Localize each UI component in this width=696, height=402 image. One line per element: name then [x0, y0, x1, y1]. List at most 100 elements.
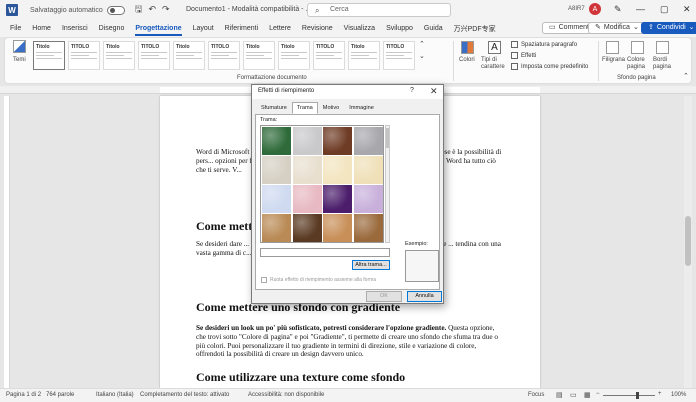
tab-file[interactable]: File: [10, 23, 21, 34]
texture-swatch[interactable]: [292, 185, 322, 213]
pencil-icon: ✎: [595, 24, 601, 31]
maximize-icon[interactable]: ▢: [660, 4, 669, 15]
zoom-slider[interactable]: [603, 395, 655, 396]
texture-swatch[interactable]: [262, 214, 291, 242]
edit-mode-button[interactable]: ✎ Modifica ⌄: [588, 22, 646, 34]
texture-swatch[interactable]: [292, 156, 322, 184]
vertical-ruler[interactable]: [4, 96, 10, 388]
style-tile-2[interactable]: TITOLO: [68, 41, 100, 70]
texture-swatch[interactable]: [262, 127, 291, 155]
texture-swatch[interactable]: [292, 214, 322, 242]
zoom-in-icon[interactable]: +: [658, 391, 662, 397]
dialog-close-icon[interactable]: ✕: [430, 86, 438, 97]
text-prediction-status[interactable]: Completamento del testo: attivato: [140, 392, 229, 398]
tab-gradient[interactable]: Sfumature: [256, 102, 292, 114]
set-default-button[interactable]: Imposta come predefinito: [511, 63, 588, 70]
collapse-ribbon-icon[interactable]: ⌃: [683, 72, 689, 80]
chevron-down-icon: ⌄: [632, 24, 639, 31]
themes-icon[interactable]: [13, 40, 26, 53]
word-count[interactable]: 764 parole: [46, 392, 74, 398]
tab-review[interactable]: Revisione: [302, 23, 333, 34]
other-texture-button[interactable]: Altra trama...: [352, 260, 390, 270]
texture-swatch[interactable]: [353, 185, 383, 213]
focus-mode-button[interactable]: Focus: [528, 392, 544, 398]
style-tile-1[interactable]: Titolo: [33, 41, 65, 70]
tab-home[interactable]: Home: [32, 23, 51, 34]
avatar[interactable]: A: [589, 3, 601, 15]
tab-developer[interactable]: Sviluppo: [386, 23, 413, 34]
texture-swatch[interactable]: [292, 127, 322, 155]
texture-swatch[interactable]: [262, 156, 291, 184]
colors-icon[interactable]: [461, 41, 474, 54]
share-label: Condividi: [656, 24, 686, 31]
print-layout-icon[interactable]: ▭: [570, 391, 577, 399]
zoom-out-icon[interactable]: −: [596, 391, 600, 397]
tab-help[interactable]: Guida: [424, 23, 443, 34]
close-icon[interactable]: ✕: [683, 4, 691, 15]
zoom-slider-thumb[interactable]: [636, 392, 639, 399]
texture-swatch[interactable]: [323, 127, 352, 155]
dialog-title-bar: Effetti di riempimento ? ✕: [252, 85, 443, 99]
style-tile-title: TITOLO: [386, 44, 405, 50]
texture-swatch[interactable]: [353, 127, 383, 155]
minimize-icon[interactable]: —: [636, 4, 645, 14]
page-borders-icon[interactable]: [656, 41, 669, 54]
fonts-icon[interactable]: A: [488, 41, 501, 54]
texture-swatch[interactable]: [262, 185, 291, 213]
tab-mailings[interactable]: Lettere: [269, 23, 291, 34]
tab-pdf-expert[interactable]: 万兴PDF专家: [454, 22, 496, 36]
language-status[interactable]: Italiano (Italia): [96, 392, 134, 398]
style-tile-5[interactable]: Titolo: [173, 41, 205, 70]
texture-swatch[interactable]: [323, 156, 352, 184]
zoom-level[interactable]: 100%: [671, 392, 686, 398]
texture-swatch[interactable]: [323, 185, 352, 213]
style-tile-10[interactable]: Titolo: [348, 41, 380, 70]
user-name[interactable]: A8IR7: [568, 6, 585, 12]
vertical-scrollbar[interactable]: [684, 96, 692, 388]
style-tile-8[interactable]: Titolo: [278, 41, 310, 70]
web-layout-icon[interactable]: ▦: [584, 391, 591, 399]
ok-button[interactable]: OK: [366, 291, 402, 302]
style-gallery-more-icon[interactable]: ⌄: [419, 52, 425, 60]
tab-design[interactable]: Progettazione: [135, 23, 182, 36]
page-count[interactable]: Pagina 1 di 2: [6, 392, 41, 398]
colors-label: Colori: [459, 57, 475, 63]
accessibility-status[interactable]: Accessibilità: non disponibile: [248, 392, 324, 398]
cancel-button[interactable]: Annulla: [407, 291, 442, 302]
tab-picture[interactable]: Immagine: [344, 102, 379, 114]
read-mode-icon[interactable]: ▤: [556, 391, 563, 399]
tab-layout[interactable]: Layout: [193, 23, 214, 34]
page-color-icon[interactable]: [631, 41, 644, 54]
rotate-with-shape-checkbox[interactable]: Ruota effetto di riempimento assieme all…: [261, 277, 376, 283]
autosave-toggle[interactable]: [106, 5, 125, 15]
pen-icon[interactable]: ✎: [614, 4, 622, 15]
texture-swatch[interactable]: [323, 214, 352, 242]
style-tile-7[interactable]: Titolo: [243, 41, 275, 70]
quick-access-icons[interactable]: 🖫↶↷: [135, 2, 176, 18]
style-tile-title: TITOLO: [211, 44, 230, 50]
help-icon[interactable]: ?: [410, 87, 414, 94]
background-group-label: Sfondo pagina: [617, 75, 656, 81]
paragraph-spacing-button[interactable]: Spaziatura paragrafo: [511, 41, 577, 48]
style-tile-title: Titolo: [36, 44, 50, 50]
style-tile-6[interactable]: TITOLO: [208, 41, 240, 70]
watermark-icon[interactable]: [606, 41, 619, 54]
texture-swatch[interactable]: [353, 214, 383, 242]
style-tile-3[interactable]: Titolo: [103, 41, 135, 70]
tab-references[interactable]: Riferimenti: [225, 23, 258, 34]
style-tile-4[interactable]: TITOLO: [138, 41, 170, 70]
checkmark-icon: [511, 63, 518, 70]
search-box[interactable]: ⌕ Cerca: [307, 3, 451, 17]
share-button[interactable]: ⇪ Condividi ⌄: [641, 22, 696, 34]
tab-insert[interactable]: Inserisci: [62, 23, 88, 34]
texture-scrollbar[interactable]: [385, 125, 390, 243]
tab-draw[interactable]: Disegno: [99, 23, 125, 34]
tab-pattern[interactable]: Motivo: [318, 102, 344, 114]
style-gallery-scroll-icon[interactable]: ⌃: [419, 40, 425, 48]
effects-button[interactable]: Effetti: [511, 52, 536, 59]
tab-view[interactable]: Visualizza: [344, 23, 375, 34]
texture-swatch[interactable]: [353, 156, 383, 184]
tab-texture[interactable]: Trama: [291, 102, 318, 114]
style-tile-11[interactable]: TITOLO: [383, 41, 415, 70]
style-tile-9[interactable]: TITOLO: [313, 41, 345, 70]
